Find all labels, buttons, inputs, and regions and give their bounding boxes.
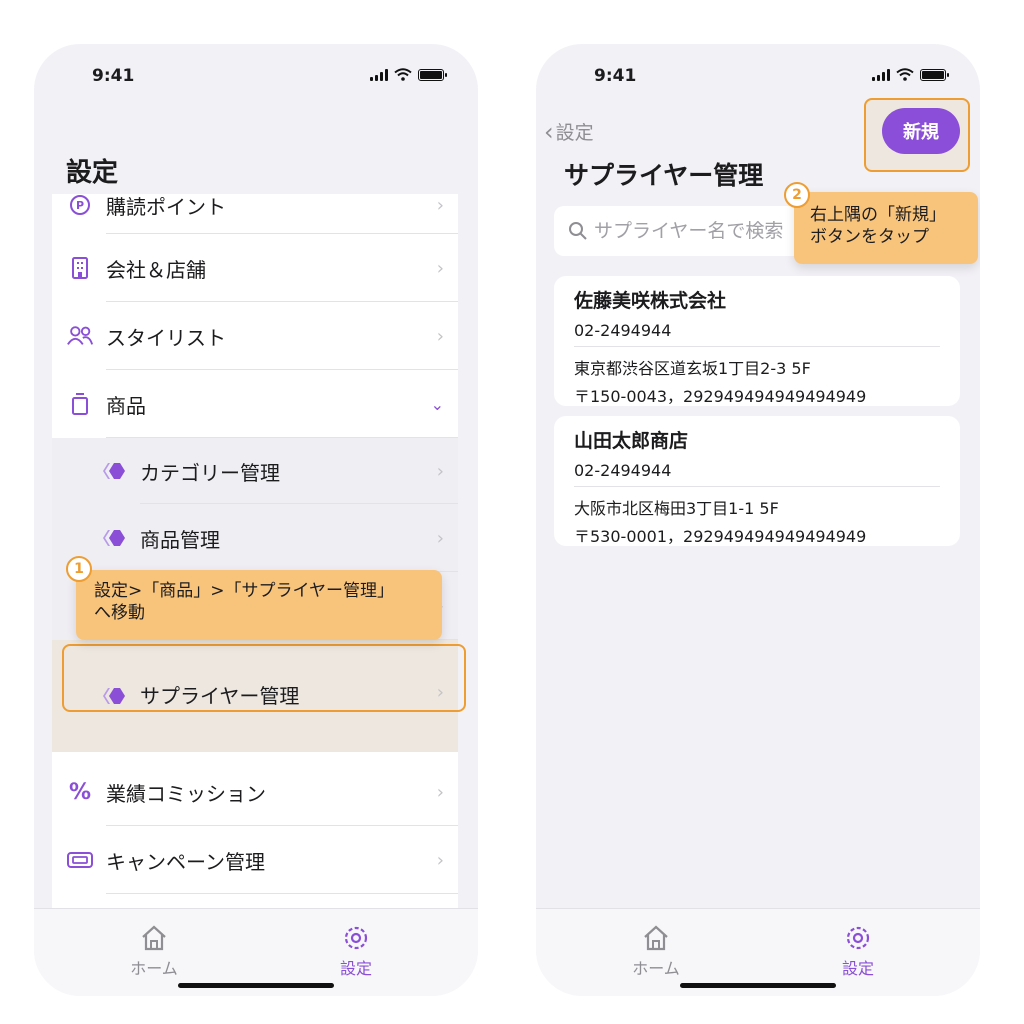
tab-home[interactable]: ホーム [616, 923, 696, 979]
chevron-right-icon: › [436, 849, 444, 871]
wifi-icon [896, 68, 914, 81]
signal-icon [872, 68, 890, 81]
callout-text-line1: 右上隅の「新規」 [810, 205, 946, 225]
tab-settings-label: 設定 [339, 959, 372, 978]
settings-item-label: カテゴリー管理 [140, 460, 280, 485]
settings-item-label: 会社＆店舗 [106, 257, 206, 282]
supplier-name: 山田太郎商店 [574, 430, 689, 452]
settings-item-label: スタイリスト [106, 325, 226, 350]
supplier-card[interactable]: 佐藤美咲株式会社 02-2494944 東京都渋谷区道玄坂1丁目2-3 5F 〒… [554, 276, 960, 406]
status-icons [872, 68, 949, 81]
settings-screen: 9:41 設定 P 購読ポイント › 会社＆店舗 › スタイリスト › 商品 ⌄… [34, 44, 478, 996]
page-title: 設定 [66, 158, 119, 188]
status-time: 9:41 [92, 66, 135, 86]
back-button-label: 設定 [555, 122, 594, 144]
tab-home-label: ホーム [130, 959, 178, 978]
settings-item-salary[interactable]: $ 給与 › [52, 894, 458, 908]
chevron-right-icon: › [436, 682, 444, 703]
instruction-callout-2: 右上隅の「新規」 ボタンをタップ [794, 192, 978, 264]
settings-item-label: 商品 [106, 393, 146, 418]
tab-bar: ホーム 設定 [34, 908, 478, 996]
tab-home[interactable]: ホーム [114, 923, 194, 979]
new-supplier-button[interactable]: 新規 [882, 108, 960, 154]
diamond-icon [98, 524, 126, 552]
settings-item-stylist[interactable]: スタイリスト › [52, 302, 458, 370]
tab-settings[interactable]: 設定 [818, 923, 898, 979]
page-title: サプライヤー管理 [564, 161, 764, 190]
supplier-card[interactable]: 山田太郎商店 02-2494944 大阪市北区梅田3丁目1-1 5F 〒530-… [554, 416, 960, 546]
chevron-down-icon: ⌄ [430, 394, 444, 414]
callout-text-line2: ボタンをタップ [810, 227, 929, 247]
supplier-postal: 〒530-0001，292949494949494949 [574, 527, 867, 546]
status-icons [370, 68, 447, 81]
settings-item-campaign[interactable]: キャンペーン管理 › [52, 826, 458, 894]
search-input[interactable] [594, 220, 794, 242]
status-time: 9:41 [594, 66, 637, 86]
settings-item-product[interactable]: 商品 ⌄ [52, 370, 458, 438]
wifi-icon [394, 68, 412, 81]
building-icon [66, 254, 94, 282]
callout-text-line1: 設定>「商品」>「サプライヤー管理」 [94, 581, 394, 601]
supplier-address: 大阪市北区梅田3丁目1-1 5F [574, 499, 779, 518]
settings-item-points[interactable]: P 購読ポイント › [52, 194, 458, 234]
diamond-icon [98, 457, 126, 485]
settings-item-label: 購読ポイント [106, 194, 226, 219]
supplier-management-screen: 9:41 ‹ 設定 新規 サプライヤー管理 右上隅の「新規」 ボタンをタップ 2… [536, 44, 980, 996]
ticket-icon [66, 846, 94, 874]
tab-home-label: ホーム [632, 959, 680, 978]
settings-item-label: キャンペーン管理 [106, 849, 265, 874]
chevron-right-icon: › [436, 257, 444, 279]
tab-settings-label: 設定 [841, 959, 874, 978]
gear-icon [846, 926, 870, 950]
status-bar: 9:41 [34, 44, 478, 114]
settings-item-label: サプライヤー管理 [140, 684, 300, 708]
chevron-right-icon: › [436, 781, 444, 803]
home-icon [644, 925, 668, 951]
instruction-callout-1: 設定>「商品」>「サプライヤー管理」 へ移動 [76, 570, 442, 640]
step-badge-2: 2 [784, 182, 810, 208]
home-indicator [178, 983, 334, 988]
supplier-phone: 02-2494944 [574, 321, 672, 340]
chevron-right-icon: › [436, 527, 444, 549]
gear-icon [344, 926, 368, 950]
callout-text-line2: へ移動 [94, 603, 145, 623]
settings-item-label: 業績コミッション [106, 781, 266, 806]
home-icon [142, 925, 166, 951]
tab-bar: ホーム 設定 [536, 908, 980, 996]
supplier-phone: 02-2494944 [574, 461, 672, 480]
settings-list: P 購読ポイント › 会社＆店舗 › スタイリスト › 商品 ⌄ カテゴリー管理… [52, 194, 458, 908]
product-icon [66, 390, 94, 418]
chevron-right-icon: › [436, 460, 444, 482]
settings-item-commission[interactable]: % 業績コミッション › [52, 758, 458, 826]
signal-icon [370, 68, 388, 81]
battery-icon [418, 68, 447, 81]
back-button[interactable]: ‹ 設定 [544, 118, 594, 145]
settings-item-supplier-management[interactable]: サプライヤー管理 › [52, 640, 458, 752]
chevron-right-icon: › [436, 194, 444, 216]
diamond-icon [98, 682, 126, 710]
chevron-left-icon: ‹ [544, 117, 554, 146]
supplier-postal: 〒150-0043，292949494949494949 [574, 387, 867, 406]
supplier-name: 佐藤美咲株式会社 [574, 290, 727, 312]
settings-item-product-management[interactable]: 商品管理 › [52, 504, 458, 572]
settings-item-label: 商品管理 [140, 527, 220, 552]
percent-icon: % [68, 779, 92, 805]
chevron-right-icon: › [436, 325, 444, 347]
home-indicator [680, 983, 836, 988]
points-icon: P [66, 194, 94, 219]
settings-item-company-store[interactable]: 会社＆店舗 › [52, 234, 458, 302]
step-badge-1: 1 [66, 556, 92, 582]
supplier-address: 東京都渋谷区道玄坂1丁目2-3 5F [574, 359, 811, 378]
tab-settings[interactable]: 設定 [316, 923, 396, 979]
settings-item-category-management[interactable]: カテゴリー管理 › [52, 438, 458, 504]
people-icon [66, 322, 94, 350]
search-icon [569, 222, 587, 240]
battery-icon [920, 68, 949, 81]
